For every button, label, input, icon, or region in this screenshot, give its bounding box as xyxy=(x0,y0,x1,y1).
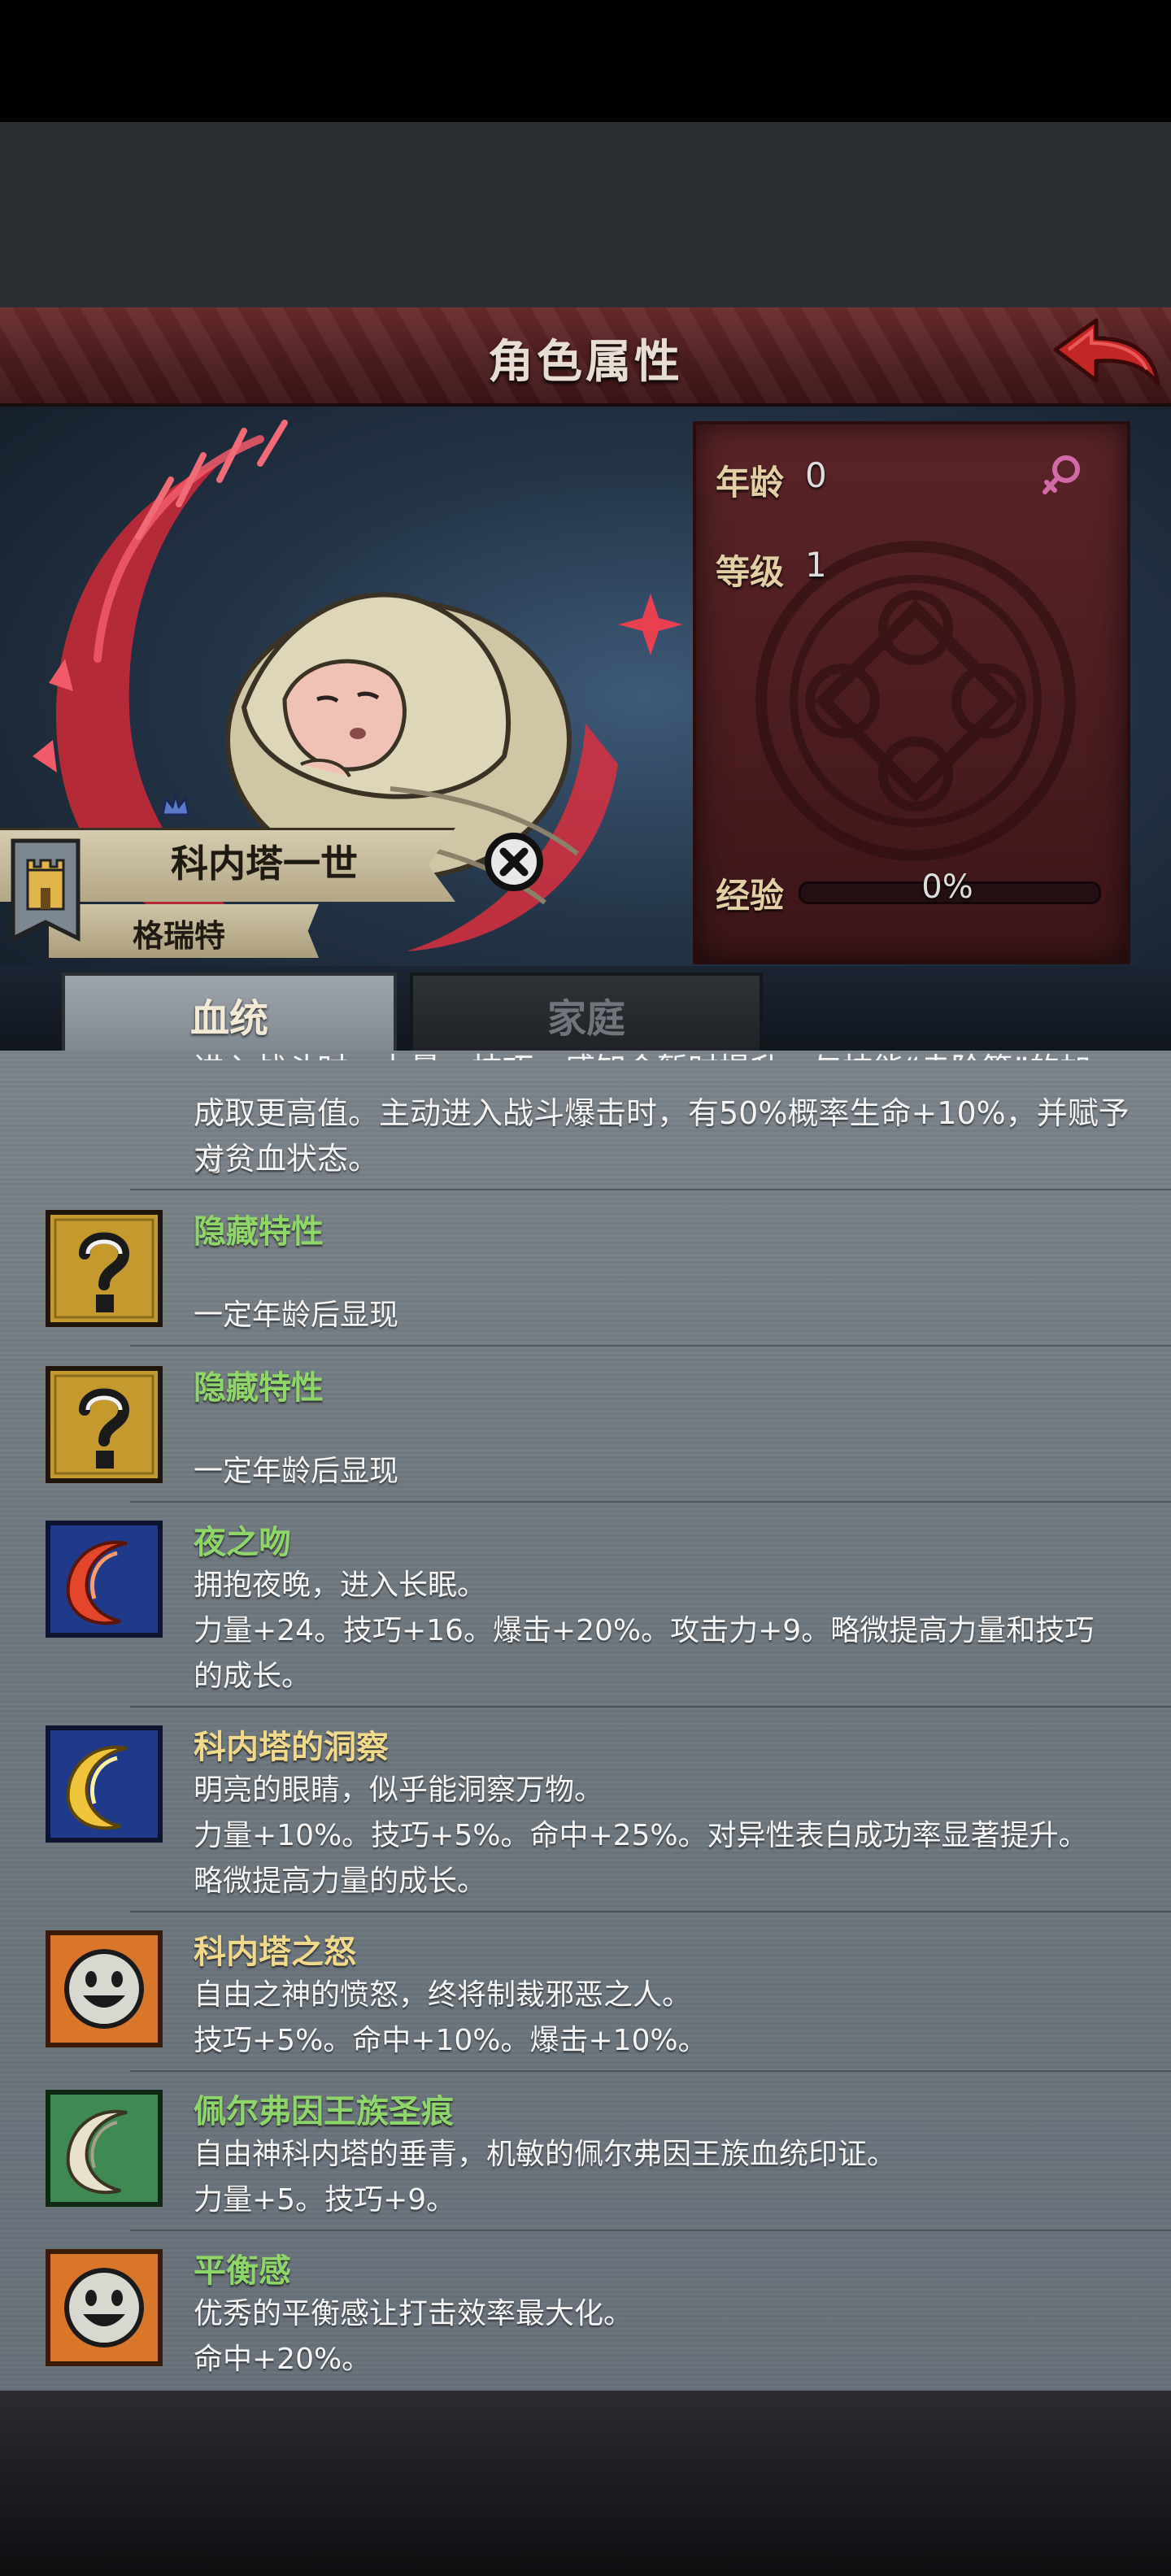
question-mark-icon xyxy=(46,1366,163,1483)
character-name: 科内塔一世 xyxy=(171,842,358,886)
exp-value: 0% xyxy=(921,868,973,906)
divider xyxy=(130,2070,1171,2072)
trait-description: 一定年龄后显现 xyxy=(194,1299,399,1332)
age-value: 0 xyxy=(805,455,827,495)
tab-bloodline[interactable]: 血统 xyxy=(62,973,397,1054)
exp-label: 经验 xyxy=(716,876,785,916)
dismiss-button[interactable] xyxy=(483,831,545,893)
trait-name: 隐藏特性 xyxy=(194,1213,324,1251)
castle-banner-icon xyxy=(11,838,81,942)
white-crescent-icon xyxy=(46,2090,163,2207)
level-value: 1 xyxy=(805,545,827,585)
family-name: 格瑞特 xyxy=(132,918,225,954)
trait-description: 的成长。 xyxy=(194,1660,311,1693)
question-mark-icon xyxy=(46,1210,163,1327)
partial-trait-line-cut: 进入战斗时，力量、技巧、感知会暂时提升，与技能“赤阶篇”的加 xyxy=(194,1044,1145,1060)
crown-icon xyxy=(161,790,190,816)
divider xyxy=(130,1345,1171,1347)
divider xyxy=(130,2230,1171,2231)
smiley-face-icon xyxy=(46,1930,163,2047)
bottom-background xyxy=(0,2391,1171,2576)
smiley-face-icon xyxy=(46,2249,163,2366)
gold-crescent-icon xyxy=(46,1725,163,1843)
trait-description: 一定年龄后显现 xyxy=(194,1455,399,1488)
trait-description: 力量+10%。技巧+5%。命中+25%。对异性表白成功率显著提升。 xyxy=(194,1819,1088,1852)
trait-description: 力量+5。技巧+9。 xyxy=(194,2183,456,2217)
red-crescent-icon xyxy=(46,1521,163,1638)
female-symbol-icon xyxy=(1043,455,1080,494)
trait-description: 自由神科内塔的垂青，机敏的佩尔弗因王族血统印证。 xyxy=(194,2138,897,2171)
trait-name: 平衡感 xyxy=(194,2252,291,2290)
divider xyxy=(130,1911,1171,1912)
trait-name: 科内塔之怒 xyxy=(194,1934,356,1971)
trait-name: 隐藏特性 xyxy=(194,1369,324,1407)
trait-description: 明亮的眼睛，似乎能洞察万物。 xyxy=(194,1773,604,1807)
divider xyxy=(130,1189,1171,1190)
celtic-knot-emblem xyxy=(755,541,1076,861)
trait-description: 力量+24。技巧+16。爆击+20%。攻击力+9。略微提高力量和技巧 xyxy=(194,1614,1095,1647)
trait-description: 命中+20%。 xyxy=(194,2343,372,2376)
trait-description: 技巧+5%。命中+10%。爆击+10%。 xyxy=(194,2024,707,2057)
partial-trait-line: 方贫血状态。 xyxy=(194,1141,380,1177)
trait-description: 拥抱夜晚，进入长眠。 xyxy=(194,1569,487,1602)
trait-description: 自由之神的愤怒，终将制裁邪恶之人。 xyxy=(194,1978,692,2012)
page-title: 角色属性 xyxy=(488,336,683,389)
divider xyxy=(130,1501,1171,1503)
trait-name: 佩尔弗因王族圣痕 xyxy=(194,2093,454,2130)
back-button[interactable] xyxy=(1049,314,1163,395)
close-circle-icon xyxy=(485,833,543,891)
age-label: 年龄 xyxy=(716,463,785,503)
trait-description: 略微提高力量的成长。 xyxy=(194,1865,487,1898)
back-arrow-icon xyxy=(1053,318,1160,386)
trait-name: 科内塔的洞察 xyxy=(194,1729,389,1766)
divider xyxy=(130,1706,1171,1708)
trait-description: 优秀的平衡感让打击效率最大化。 xyxy=(194,2297,633,2330)
status-bar-area xyxy=(0,0,1171,122)
level-label: 等级 xyxy=(716,552,785,592)
trait-name: 夜之吻 xyxy=(194,1524,291,1561)
